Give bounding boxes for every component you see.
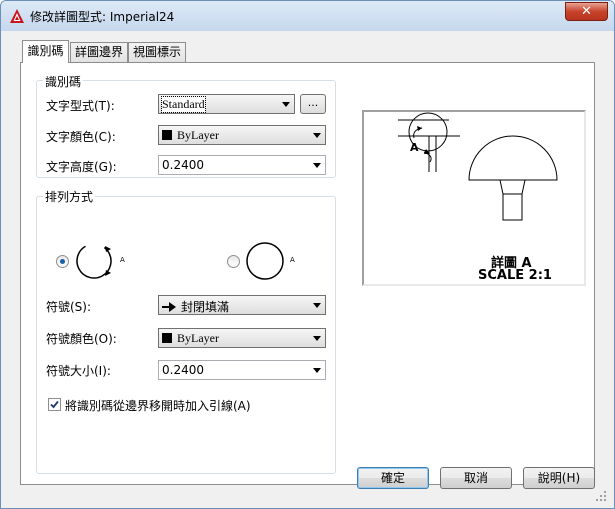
tab-panel: 識別碼 文字型式(T): Standard ... 文字顏色(C): ByLay… [20, 62, 595, 485]
cancel-button[interactable]: 取消 [440, 467, 512, 489]
chevron-down-icon [313, 163, 321, 168]
ok-button[interactable]: 確定 [357, 467, 429, 489]
symbol-dropdown[interactable]: 封閉填滿 [158, 295, 326, 315]
chevron-down-icon [313, 336, 321, 341]
preview-pane: A 詳圖 A SCALE 2:1 [362, 110, 586, 286]
tab-detail-boundary[interactable]: 詳圖邊界 [70, 42, 128, 62]
layout-option2-letter: A [290, 256, 295, 264]
symbol-value: 封閉填滿 [181, 300, 230, 314]
symbol-size-label: 符號大小(I): [46, 364, 111, 378]
text-style-dropdown[interactable]: Standard [158, 94, 295, 114]
dialog-client: 識別碼 詳圖邊界 視圖標示 識別碼 文字型式(T): Standard ... … [7, 31, 608, 503]
color-swatch-icon [162, 333, 172, 343]
layout-option2-radio[interactable] [227, 255, 240, 268]
layout-option1-letter: A [120, 256, 125, 264]
layout-group-title: 排列方式 [43, 188, 96, 205]
leader-checkbox[interactable] [48, 398, 61, 411]
preview-identifier-letter: A [410, 141, 419, 154]
chevron-down-icon [313, 133, 321, 138]
text-height-value: 0.2400 [162, 158, 204, 172]
text-height-label: 文字高度(G): [46, 160, 117, 174]
text-style-label: 文字型式(T): [46, 99, 115, 113]
leader-checkbox-label: 將識別碼從邊界移開時加入引線(A) [65, 399, 251, 413]
checkmark-icon [50, 400, 59, 409]
preview-caption-scale: SCALE 2:1 [478, 268, 552, 283]
tab-view-label[interactable]: 視圖標示 [128, 42, 186, 62]
detail-preview-drawing [398, 112, 558, 221]
chevron-down-icon [313, 368, 321, 373]
close-button[interactable]: ✕ [565, 2, 608, 21]
symbol-size-value: 0.2400 [162, 363, 204, 377]
symbol-color-dropdown[interactable]: ByLayer [158, 328, 326, 348]
text-height-input[interactable]: 0.2400 [158, 155, 326, 175]
resize-grip-icon[interactable] [596, 491, 606, 501]
autocad-app-icon [10, 9, 24, 23]
symbol-label: 符號(S): [46, 300, 92, 314]
window-title: 修改詳圖型式: Imperial24 [30, 10, 175, 24]
layout-option1-radio[interactable] [56, 255, 69, 268]
text-color-label: 文字顏色(C): [46, 130, 116, 144]
browse-text-style-button[interactable]: ... [300, 94, 326, 114]
text-color-value: ByLayer [177, 128, 219, 142]
text-color-dropdown[interactable]: ByLayer [158, 125, 326, 145]
identifier-group-title: 識別碼 [43, 73, 84, 90]
help-button[interactable]: 說明(H) [523, 467, 595, 489]
layout-option1-icon [76, 243, 112, 279]
title-bar: 修改詳圖型式: Imperial24 ✕ [1, 1, 614, 31]
chevron-down-icon [313, 303, 321, 308]
symbol-size-input[interactable]: 0.2400 [158, 360, 326, 380]
symbol-color-label: 符號顏色(O): [46, 332, 117, 346]
tab-identifier[interactable]: 識別碼 [22, 40, 69, 63]
color-swatch-icon [162, 130, 172, 140]
closed-filled-arrow-icon [162, 302, 176, 312]
symbol-color-value: ByLayer [177, 331, 219, 345]
text-style-value: Standard [161, 96, 206, 113]
layout-option2-icon [246, 242, 284, 280]
dialog-window: 修改詳圖型式: Imperial24 ✕ 識別碼 詳圖邊界 視圖標示 識別碼 文… [0, 0, 615, 509]
chevron-down-icon [282, 102, 290, 107]
